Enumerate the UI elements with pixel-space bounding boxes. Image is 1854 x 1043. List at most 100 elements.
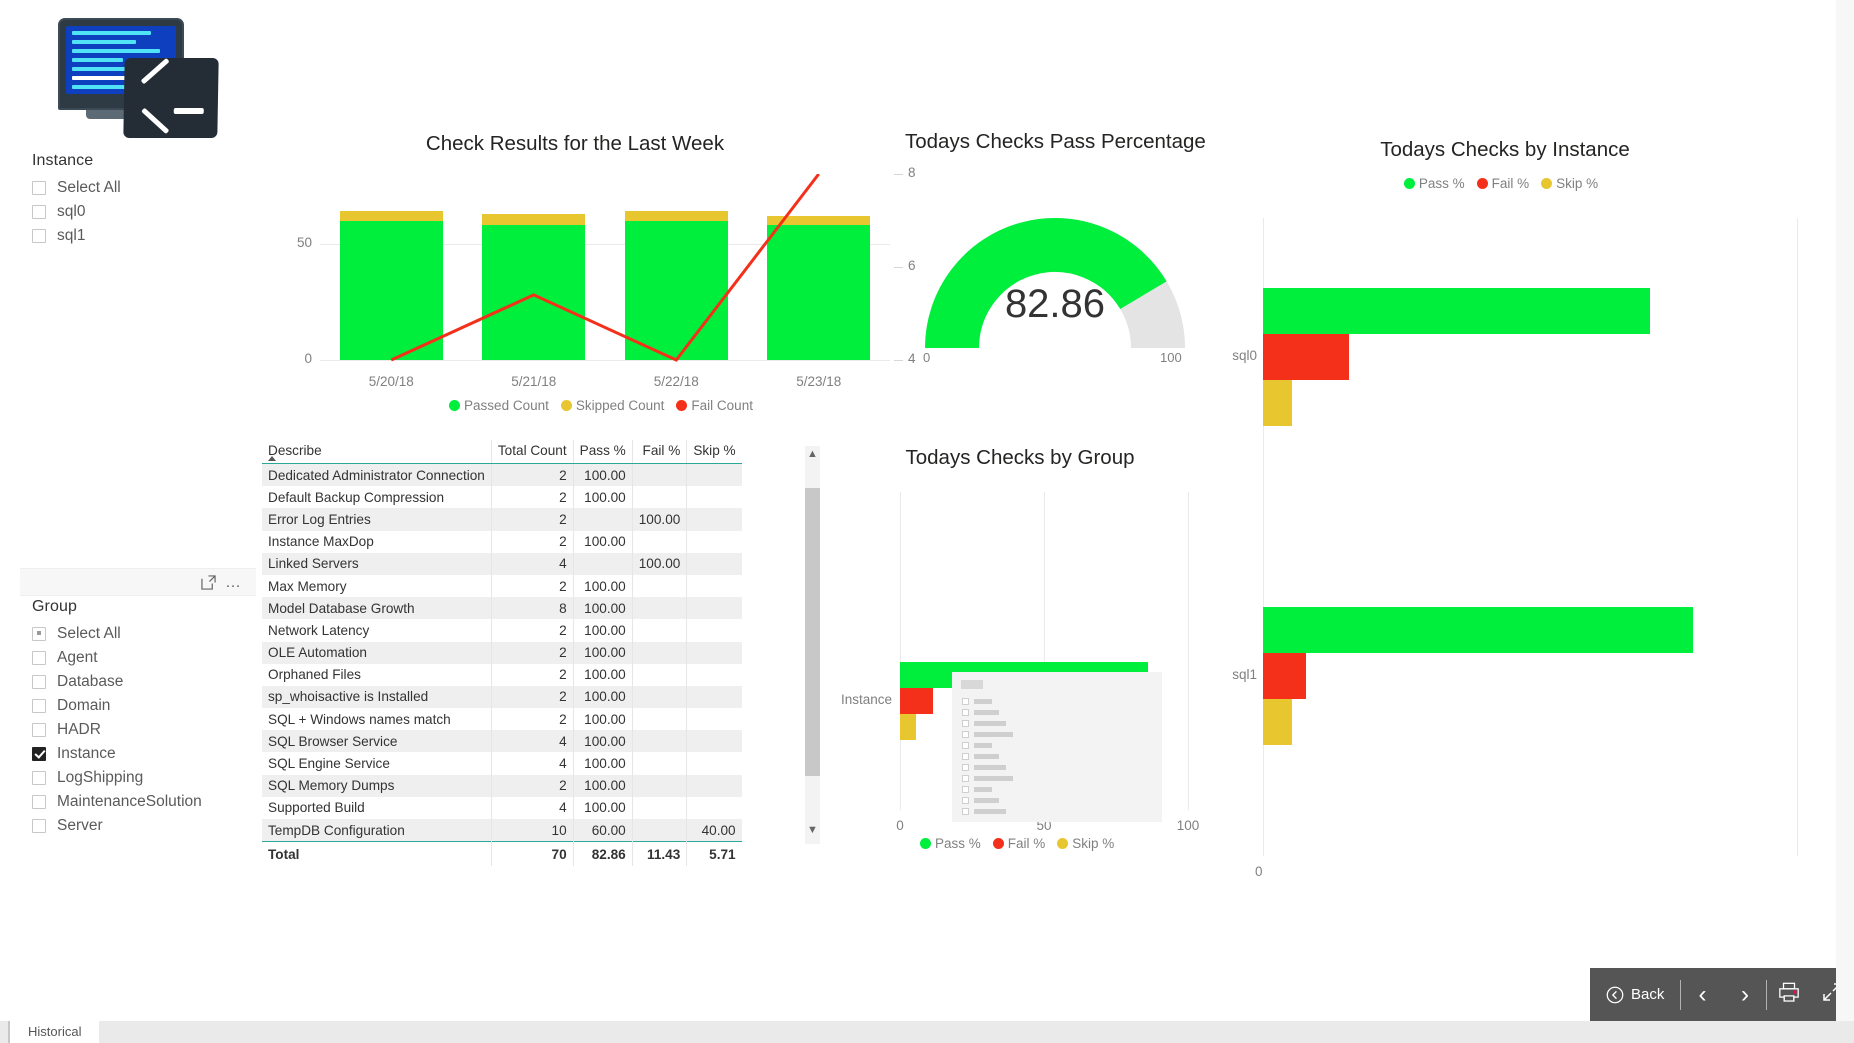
legend-item[interactable]: Pass % xyxy=(1403,176,1465,191)
chart-legend[interactable]: Passed Count Skipped Count Fail Count xyxy=(320,398,890,413)
chart-check-results-last-week[interactable]: Check Results for the Last Week 0 50 4 6 8 5/… xyxy=(230,132,920,422)
column-header[interactable]: Total Count xyxy=(490,440,574,464)
table-row[interactable]: Linked Servers 4 100.00 xyxy=(262,552,742,575)
legend-item[interactable]: Fail % xyxy=(992,836,1045,851)
table-row[interactable]: Default Backup Compression 2 100.00 xyxy=(262,486,742,509)
legend-item[interactable]: Pass % xyxy=(920,836,981,851)
column-header[interactable]: Pass % xyxy=(572,440,633,464)
bar-fail[interactable] xyxy=(900,688,933,714)
table-row[interactable]: SQL + Windows names match 2 100.00 xyxy=(262,708,742,731)
bar-skip[interactable] xyxy=(1263,380,1292,427)
back-button[interactable]: Back xyxy=(1590,986,1680,1004)
table-row[interactable]: SQL Browser Service 4 100.00 xyxy=(262,730,742,753)
legend-item[interactable]: Fail Count xyxy=(676,398,753,413)
scrollbar-thumb[interactable] xyxy=(805,488,820,776)
column-header[interactable]: Skip % xyxy=(686,440,742,464)
checkbox-icon[interactable] xyxy=(32,674,46,689)
column-header[interactable]: Describe xyxy=(262,440,492,464)
column-header[interactable]: Fail % xyxy=(631,440,687,464)
bar-fail[interactable] xyxy=(1263,334,1350,381)
table-row[interactable]: OLE Automation 2 100.00 xyxy=(262,641,742,664)
table-row[interactable]: Supported Build 4 100.00 xyxy=(262,796,742,819)
checkbox-icon[interactable] xyxy=(32,794,46,809)
page-tab-historical[interactable]: Historical xyxy=(8,1021,100,1043)
slicer-group-item[interactable]: Domain xyxy=(32,694,257,717)
legend-item[interactable]: Passed Count xyxy=(449,398,549,413)
slicer-group-item[interactable]: LogShipping xyxy=(32,766,257,789)
table-check-results[interactable]: Describe Total Count Pass % Fail % Skip % De… xyxy=(262,440,742,866)
bar-segment-passed[interactable] xyxy=(624,220,728,360)
results-table[interactable]: Describe Total Count Pass % Fail % Skip % De… xyxy=(262,440,742,866)
scroll-up-icon[interactable]: ▲ xyxy=(805,448,820,466)
bar-column[interactable] xyxy=(624,174,728,360)
report-navigation-bar[interactable]: Back ‹ › xyxy=(1590,968,1854,1021)
checkbox-icon[interactable] xyxy=(32,650,46,665)
bar-segment-passed[interactable] xyxy=(339,220,443,360)
checkbox-icon[interactable] xyxy=(32,204,46,219)
slicer-instance-item[interactable]: sql1 xyxy=(32,224,257,247)
table-row[interactable]: sp_whoisactive is Installed 2 100.00 xyxy=(262,685,742,709)
slicer-instance[interactable]: Instance Select All sql0 sql1 xyxy=(32,152,257,248)
bar-segment-skipped[interactable] xyxy=(767,215,871,226)
next-page-button[interactable]: › xyxy=(1724,982,1767,1007)
legend-item[interactable]: Skipped Count xyxy=(560,398,664,413)
table-row[interactable]: Error Log Entries 2 100.00 xyxy=(262,508,742,531)
page-tab-bar[interactable]: Historical xyxy=(0,1021,1854,1043)
checkbox-icon[interactable] xyxy=(32,626,46,641)
bar-segment-skipped[interactable] xyxy=(624,211,728,221)
table-row[interactable]: Orphaned Files 2 100.00 xyxy=(262,663,742,686)
slicer-group-item[interactable]: HADR xyxy=(32,718,257,741)
slicer-group-item[interactable]: MaintenanceSolution xyxy=(32,790,257,813)
table-header-row[interactable]: Describe Total Count Pass % Fail % Skip % xyxy=(262,440,742,464)
chart-legend[interactable]: Pass % Fail % Skip % xyxy=(1225,176,1785,191)
slicer-group-item[interactable]: Server xyxy=(32,814,257,837)
bar-pass[interactable] xyxy=(1263,288,1651,335)
bar-column[interactable] xyxy=(767,174,871,360)
table-row[interactable]: Model Database Growth 8 100.00 xyxy=(262,597,742,620)
checkbox-icon[interactable] xyxy=(32,698,46,713)
more-options-icon[interactable]: … xyxy=(225,574,242,592)
slicer-group-item[interactable]: Database xyxy=(32,670,257,693)
table-row[interactable]: Max Memory 2 100.00 xyxy=(262,574,742,598)
chart-todays-checks-by-instance[interactable]: Todays Checks by Instance Pass % Fail % Sk… xyxy=(1225,130,1798,879)
slicer-group-item[interactable]: Select All xyxy=(32,622,257,645)
bar-skip[interactable] xyxy=(900,714,917,740)
checkbox-icon[interactable] xyxy=(32,746,46,761)
checkbox-icon[interactable] xyxy=(32,722,46,737)
slicer-instance-item[interactable]: Select All xyxy=(32,176,257,199)
slicer-group[interactable]: Group Select All Agent Database Domain HADR I… xyxy=(32,598,257,838)
bar-pass[interactable] xyxy=(1263,607,1694,654)
table-row[interactable]: SQL Engine Service 4 100.00 xyxy=(262,752,742,775)
checkbox-icon[interactable] xyxy=(32,228,46,243)
bar-fail[interactable] xyxy=(1263,653,1307,700)
slicer-group-item[interactable]: Agent xyxy=(32,646,257,669)
legend-item[interactable]: Fail % xyxy=(1476,176,1529,191)
focus-mode-icon[interactable] xyxy=(201,575,216,590)
slicer-group-item[interactable]: Instance xyxy=(32,742,257,765)
table-row[interactable]: Dedicated Administrator Connection 2 100.0… xyxy=(262,463,742,487)
checkbox-icon[interactable] xyxy=(32,770,46,785)
scroll-down-icon[interactable]: ▼ xyxy=(805,824,820,842)
bar-segment-skipped[interactable] xyxy=(339,211,443,221)
legend-item[interactable]: Skip % xyxy=(1541,176,1598,191)
table-row[interactable]: TempDB Configuration 10 60.00 40.00 xyxy=(262,819,742,842)
chart-todays-checks-pass-percentage[interactable]: Todays Checks Pass Percentage 82.86 0 10… xyxy=(905,130,1206,390)
previous-page-button[interactable]: ‹ xyxy=(1681,982,1724,1007)
table-row[interactable]: Network Latency 2 100.00 xyxy=(262,619,742,642)
slicer-instance-item[interactable]: sql0 xyxy=(32,200,257,223)
bar-segment-passed[interactable] xyxy=(767,225,871,360)
slicer-group-item-label: LogShipping xyxy=(57,768,144,786)
legend-item[interactable]: Skip % xyxy=(1057,836,1114,851)
table-row[interactable]: SQL Memory Dumps 2 100.00 xyxy=(262,774,742,797)
chart-legend[interactable]: Pass % Fail % Skip % xyxy=(920,836,1210,851)
bar-segment-skipped[interactable] xyxy=(482,213,586,226)
bar-skip[interactable] xyxy=(1263,699,1292,746)
table-scrollbar[interactable]: ▲ ▼ xyxy=(805,446,820,844)
print-button[interactable] xyxy=(1767,982,1810,1008)
table-row[interactable]: Instance MaxDop 2 100.00 xyxy=(262,530,742,553)
bar-column[interactable] xyxy=(339,174,443,360)
bar-segment-passed[interactable] xyxy=(482,225,586,360)
checkbox-icon[interactable] xyxy=(32,818,46,833)
bar-column[interactable] xyxy=(482,174,586,360)
checkbox-icon[interactable] xyxy=(32,180,46,195)
